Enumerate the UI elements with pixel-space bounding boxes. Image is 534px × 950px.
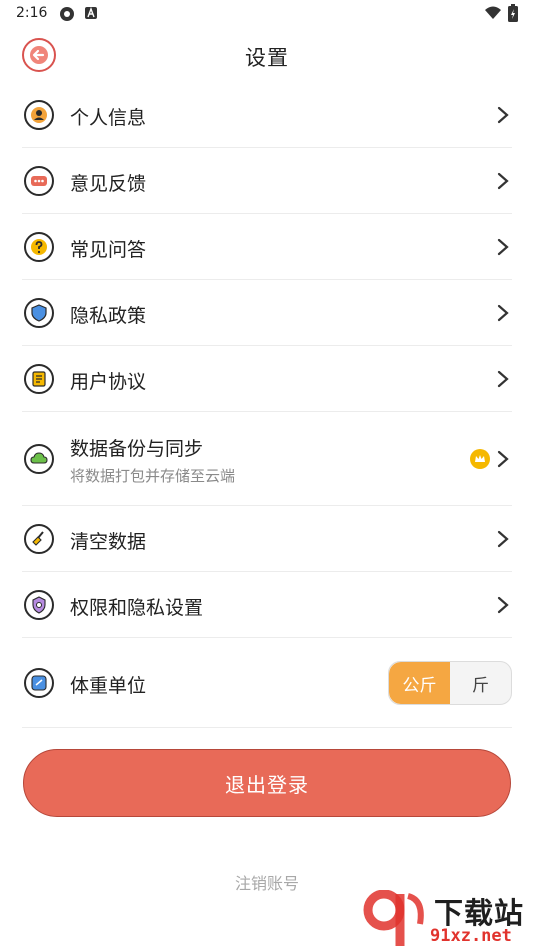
status-time: 2:16 (16, 5, 48, 21)
chevron-right-icon (497, 596, 509, 614)
settings-item-label: 体重单位 (70, 675, 147, 697)
scale-icon (24, 668, 54, 698)
battery-icon (508, 4, 518, 22)
chevron-right-icon (497, 172, 509, 190)
chevron-right-icon (497, 238, 509, 256)
question-icon (24, 232, 54, 262)
settings-item-personal-info[interactable]: 个人信息 (22, 82, 512, 148)
settings-item-permissions[interactable]: 权限和隐私设置 (22, 572, 512, 638)
settings-item-sublabel: 将数据打包并存储至云端 (70, 467, 236, 485)
settings-item-privacy-policy[interactable]: 隐私政策 (22, 280, 512, 346)
settings-item-label: 隐私政策 (70, 305, 147, 327)
broom-icon (24, 524, 54, 554)
wifi-icon (485, 6, 501, 19)
crown-icon (470, 449, 490, 469)
watermark-logo-icon (363, 890, 424, 946)
chevron-right-icon (497, 106, 509, 124)
status-bar: 2:16 (0, 0, 534, 28)
settings-item-user-agreement[interactable]: 用户协议 (22, 346, 512, 412)
chevron-right-icon (497, 530, 509, 548)
chevron-right-icon (497, 450, 509, 468)
cloud-icon (24, 444, 54, 474)
page-title: 设置 (245, 46, 289, 70)
weight-unit-toggle: 公斤 斤 (388, 661, 512, 705)
app-notification-icon (60, 7, 74, 21)
settings-item-label: 数据备份与同步 (70, 438, 204, 460)
header: 设置 (0, 34, 534, 78)
document-icon (24, 364, 54, 394)
logout-button[interactable]: 退出登录 (23, 749, 511, 817)
settings-item-clear-data[interactable]: 清空数据 (22, 506, 512, 572)
settings-list: 个人信息 意见反馈 常见问答 隐私政策 用户协议 数据备份与同步 将数据打包并存… (22, 82, 512, 728)
chevron-right-icon (497, 304, 509, 322)
shield-icon (24, 298, 54, 328)
chevron-right-icon (497, 370, 509, 388)
message-icon (24, 166, 54, 196)
unit-option-kg[interactable]: 公斤 (389, 662, 450, 704)
settings-item-label: 个人信息 (70, 107, 147, 129)
settings-item-weight-unit: 体重单位 公斤 斤 (22, 638, 512, 728)
settings-item-feedback[interactable]: 意见反馈 (22, 148, 512, 214)
settings-item-label: 用户协议 (70, 371, 147, 393)
settings-item-label: 权限和隐私设置 (70, 597, 204, 619)
settings-item-label: 清空数据 (70, 531, 147, 553)
settings-item-label: 常见问答 (70, 239, 147, 261)
settings-item-backup-sync[interactable]: 数据备份与同步 将数据打包并存储至云端 (22, 412, 512, 506)
unit-option-jin[interactable]: 斤 (450, 662, 511, 704)
settings-item-label: 意见反馈 (70, 173, 147, 195)
privacy-settings-icon (24, 590, 54, 620)
site-watermark: 下载站 91xz.net (362, 888, 534, 950)
a-notification-icon (85, 7, 97, 19)
watermark-url: 91xz.net (430, 926, 512, 946)
user-icon (24, 100, 54, 130)
settings-item-faq[interactable]: 常见问答 (22, 214, 512, 280)
